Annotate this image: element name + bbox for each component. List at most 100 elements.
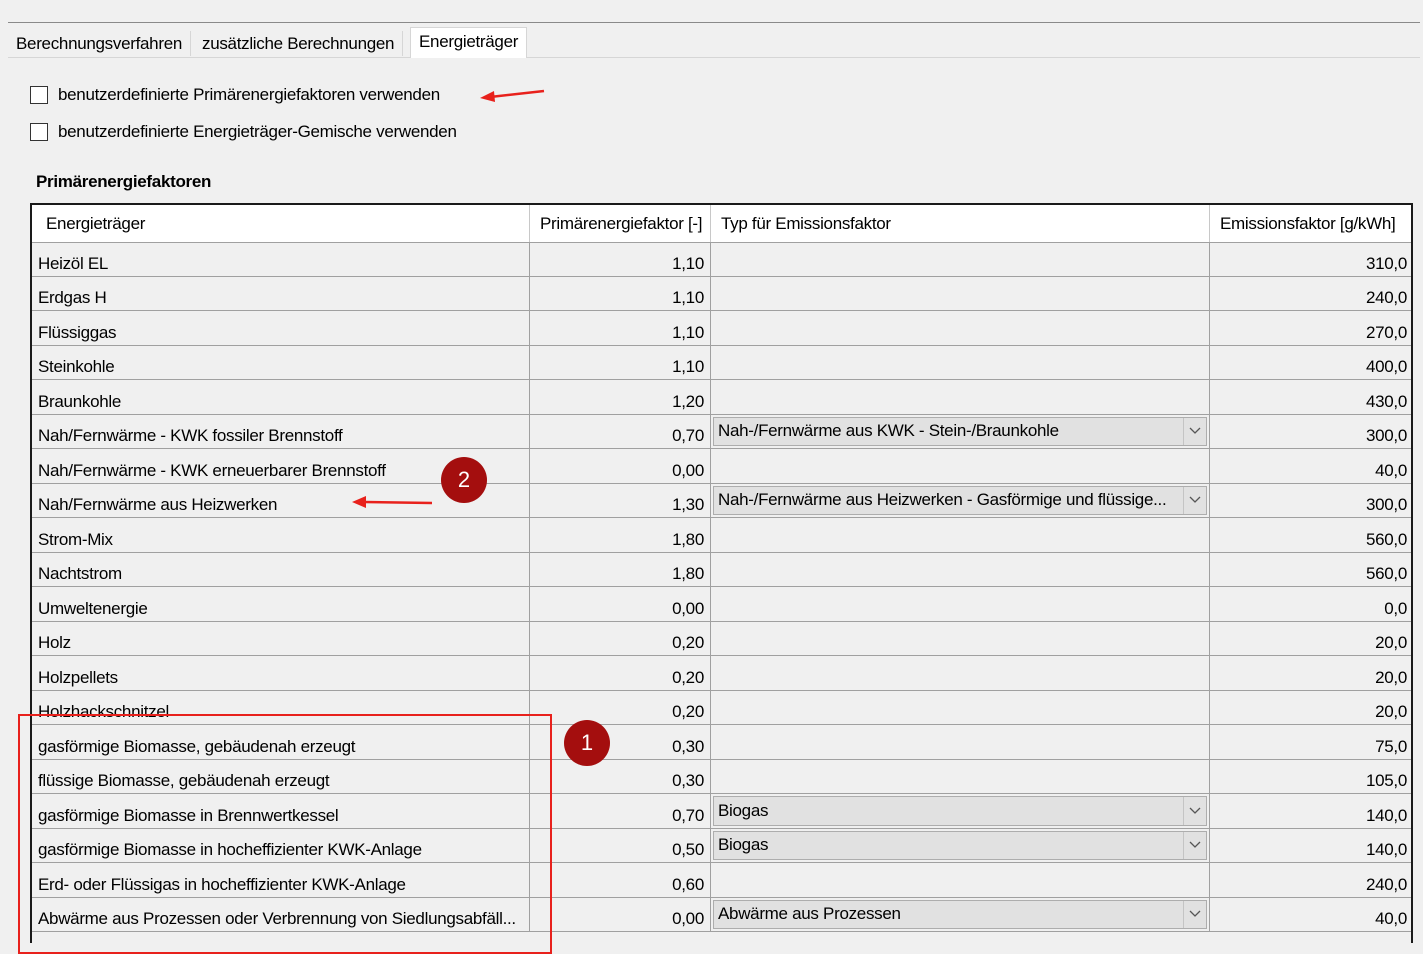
chevron-down-icon[interactable] bbox=[1183, 486, 1206, 514]
cell-primaerenergiefaktor[interactable]: 1,20 bbox=[530, 380, 711, 414]
cell-typ-emissionsfaktor[interactable]: Biogas bbox=[711, 828, 1210, 862]
cell-emissionsfaktor[interactable]: 20,0 bbox=[1210, 622, 1411, 656]
tab-energietraeger[interactable]: Energieträger bbox=[410, 27, 528, 58]
cell-typ-emissionsfaktor[interactable]: Nah-/Fernwärme aus Heizwerken - Gasförmi… bbox=[711, 483, 1210, 517]
cell-energietraeger[interactable]: Flüssiggas bbox=[32, 311, 530, 345]
cell-emissionsfaktor[interactable]: 430,0 bbox=[1210, 380, 1411, 414]
table-row[interactable]: gasförmige Biomasse in hocheffizienter K… bbox=[32, 828, 1411, 863]
cell-primaerenergiefaktor[interactable]: 1,80 bbox=[530, 552, 711, 586]
table-row[interactable]: Holzpellets 0,20 20,0 bbox=[32, 656, 1411, 691]
cell-typ-emissionsfaktor[interactable] bbox=[711, 276, 1210, 310]
emission-type-dropdown[interactable]: Biogas bbox=[713, 830, 1207, 860]
tab-zusaetzliche-berechnungen[interactable]: zusätzliche Berechnungen bbox=[194, 31, 404, 56]
cell-emissionsfaktor[interactable]: 310,0 bbox=[1210, 242, 1411, 276]
cell-energietraeger[interactable]: flüssige Biomasse, gebäudenah erzeugt bbox=[32, 759, 530, 793]
table-row[interactable]: Nachtstrom 1,80 560,0 bbox=[32, 552, 1411, 587]
table-row[interactable]: flüssige Biomasse, gebäudenah erzeugt 0,3… bbox=[32, 759, 1411, 794]
cell-energietraeger[interactable]: Abwärme aus Prozessen oder Verbrennung v… bbox=[32, 897, 530, 931]
cell-energietraeger[interactable]: Erd- oder Flüssigas in hocheffizienter K… bbox=[32, 863, 530, 897]
chevron-down-icon[interactable] bbox=[1183, 417, 1206, 445]
cell-emissionsfaktor[interactable]: 20,0 bbox=[1210, 656, 1411, 690]
cell-emissionsfaktor[interactable]: 300,0 bbox=[1210, 415, 1411, 449]
cell-energietraeger[interactable]: Nachtstrom bbox=[32, 552, 530, 586]
cell-energietraeger[interactable]: Holzhackschnitzel bbox=[32, 690, 530, 724]
table-row[interactable]: Steinkohle 1,10 400,0 bbox=[32, 345, 1411, 380]
cell-typ-emissionsfaktor[interactable] bbox=[711, 587, 1210, 621]
cell-typ-emissionsfaktor[interactable] bbox=[711, 656, 1210, 690]
cell-typ-emissionsfaktor[interactable]: Nah-/Fernwärme aus KWK - Stein-/Braunkoh… bbox=[711, 414, 1210, 448]
cell-emissionsfaktor[interactable]: 240,0 bbox=[1210, 863, 1411, 897]
cell-energietraeger[interactable]: Erdgas H bbox=[32, 276, 530, 310]
cell-primaerenergiefaktor[interactable]: 0,50 bbox=[530, 828, 711, 862]
cell-energietraeger[interactable]: Holz bbox=[32, 621, 530, 655]
tab-berechnungsverfahren[interactable]: Berechnungsverfahren bbox=[8, 31, 192, 56]
cell-typ-emissionsfaktor[interactable] bbox=[711, 449, 1210, 483]
cell-primaerenergiefaktor[interactable]: 0,20 bbox=[530, 690, 711, 724]
cell-typ-emissionsfaktor[interactable] bbox=[711, 345, 1210, 379]
cell-primaerenergiefaktor[interactable]: 1,10 bbox=[530, 311, 711, 345]
table-row[interactable]: gasförmige Biomasse, gebäudenah erzeugt 0… bbox=[32, 725, 1411, 760]
cell-primaerenergiefaktor[interactable]: 0,70 bbox=[530, 414, 711, 448]
emission-type-dropdown[interactable]: Nah-/Fernwärme aus Heizwerken - Gasförmi… bbox=[713, 485, 1207, 515]
cell-typ-emissionsfaktor[interactable] bbox=[711, 242, 1210, 276]
chevron-down-icon[interactable] bbox=[1183, 797, 1206, 825]
table-row[interactable]: Nah/Fernwärme - KWK fossiler Brennstoff 0… bbox=[32, 414, 1411, 449]
table-row[interactable]: Erd- oder Flüssigas in hocheffizienter K… bbox=[32, 863, 1411, 898]
cell-primaerenergiefaktor[interactable]: 0,70 bbox=[530, 794, 711, 828]
cell-primaerenergiefaktor[interactable]: 0,60 bbox=[530, 863, 711, 897]
cell-typ-emissionsfaktor[interactable] bbox=[711, 863, 1210, 897]
cell-primaerenergiefaktor[interactable]: 1,10 bbox=[530, 276, 711, 310]
cell-emissionsfaktor[interactable]: 400,0 bbox=[1210, 346, 1411, 380]
header-energietraeger[interactable]: Energieträger bbox=[32, 205, 530, 242]
table-row[interactable]: Erdgas H 1,10 240,0 bbox=[32, 276, 1411, 311]
cell-primaerenergiefaktor[interactable]: 0,30 bbox=[530, 725, 711, 759]
cell-typ-emissionsfaktor[interactable] bbox=[711, 690, 1210, 724]
cell-energietraeger[interactable]: gasförmige Biomasse in Brennwertkessel bbox=[32, 794, 530, 828]
cell-primaerenergiefaktor[interactable]: 0,00 bbox=[530, 897, 711, 931]
cell-primaerenergiefaktor[interactable]: 1,10 bbox=[530, 345, 711, 379]
custom-pef-label[interactable]: benutzerdefinierte Primärenergiefaktoren… bbox=[58, 85, 440, 105]
cell-primaerenergiefaktor[interactable]: 0,20 bbox=[530, 656, 711, 690]
emission-type-dropdown[interactable]: Nah-/Fernwärme aus KWK - Stein-/Braunkoh… bbox=[713, 416, 1207, 446]
cell-primaerenergiefaktor[interactable]: 1,80 bbox=[530, 518, 711, 552]
cell-emissionsfaktor[interactable]: 105,0 bbox=[1210, 760, 1411, 794]
custom-pef-checkbox[interactable] bbox=[30, 86, 48, 104]
emission-type-dropdown[interactable]: Biogas bbox=[713, 796, 1207, 826]
table-row[interactable]: Flüssiggas 1,10 270,0 bbox=[32, 311, 1411, 346]
cell-energietraeger[interactable]: Braunkohle bbox=[32, 380, 530, 414]
custom-mix-option[interactable]: benutzerdefinierte Energieträger-Gemisch… bbox=[30, 121, 457, 143]
cell-primaerenergiefaktor[interactable]: 1,10 bbox=[530, 242, 711, 276]
header-typ-emissionsfaktor[interactable]: Typ für Emissionsfaktor bbox=[711, 205, 1210, 242]
cell-emissionsfaktor[interactable]: 300,0 bbox=[1210, 484, 1411, 518]
cell-typ-emissionsfaktor[interactable]: Biogas bbox=[711, 794, 1210, 828]
table-row[interactable]: Holz 0,20 20,0 bbox=[32, 621, 1411, 656]
table-row[interactable]: gasförmige Biomasse in Brennwertkessel 0,… bbox=[32, 794, 1411, 829]
cell-typ-emissionsfaktor[interactable] bbox=[711, 552, 1210, 586]
cell-emissionsfaktor[interactable]: 20,0 bbox=[1210, 691, 1411, 725]
primary-energy-table[interactable]: Energieträger Primärenergiefaktor [-] Ty… bbox=[30, 203, 1413, 943]
cell-energietraeger[interactable]: gasförmige Biomasse, gebäudenah erzeugt bbox=[32, 725, 530, 759]
custom-pef-option[interactable]: benutzerdefinierte Primärenergiefaktoren… bbox=[30, 84, 440, 106]
cell-energietraeger[interactable]: Nah/Fernwärme - KWK fossiler Brennstoff bbox=[32, 414, 530, 448]
cell-emissionsfaktor[interactable]: 560,0 bbox=[1210, 553, 1411, 587]
cell-typ-emissionsfaktor[interactable] bbox=[711, 759, 1210, 793]
cell-emissionsfaktor[interactable]: 40,0 bbox=[1210, 898, 1411, 932]
cell-primaerenergiefaktor[interactable]: 0,00 bbox=[530, 449, 711, 483]
cell-energietraeger[interactable]: Holzpellets bbox=[32, 656, 530, 690]
cell-energietraeger[interactable]: Strom-Mix bbox=[32, 518, 530, 552]
cell-emissionsfaktor[interactable]: 270,0 bbox=[1210, 311, 1411, 345]
cell-primaerenergiefaktor[interactable]: 0,00 bbox=[530, 587, 711, 621]
emission-type-dropdown[interactable]: Abwärme aus Prozessen bbox=[713, 899, 1207, 929]
cell-energietraeger[interactable]: Umweltenergie bbox=[32, 587, 530, 621]
cell-typ-emissionsfaktor[interactable]: Abwärme aus Prozessen bbox=[711, 897, 1210, 931]
cell-energietraeger[interactable]: Steinkohle bbox=[32, 345, 530, 379]
cell-emissionsfaktor[interactable]: 140,0 bbox=[1210, 829, 1411, 863]
table-row[interactable]: Holzhackschnitzel 0,20 20,0 bbox=[32, 690, 1411, 725]
cell-emissionsfaktor[interactable]: 40,0 bbox=[1210, 449, 1411, 483]
chevron-down-icon[interactable] bbox=[1183, 831, 1206, 859]
cell-energietraeger[interactable]: Heizöl EL bbox=[32, 242, 530, 276]
table-row[interactable]: Nah/Fernwärme aus Heizwerken 1,30 Nah-/Fer… bbox=[32, 483, 1411, 518]
table-row[interactable]: Braunkohle 1,20 430,0 bbox=[32, 380, 1411, 415]
cell-energietraeger[interactable]: gasförmige Biomasse in hocheffizienter K… bbox=[32, 828, 530, 862]
cell-typ-emissionsfaktor[interactable] bbox=[711, 311, 1210, 345]
